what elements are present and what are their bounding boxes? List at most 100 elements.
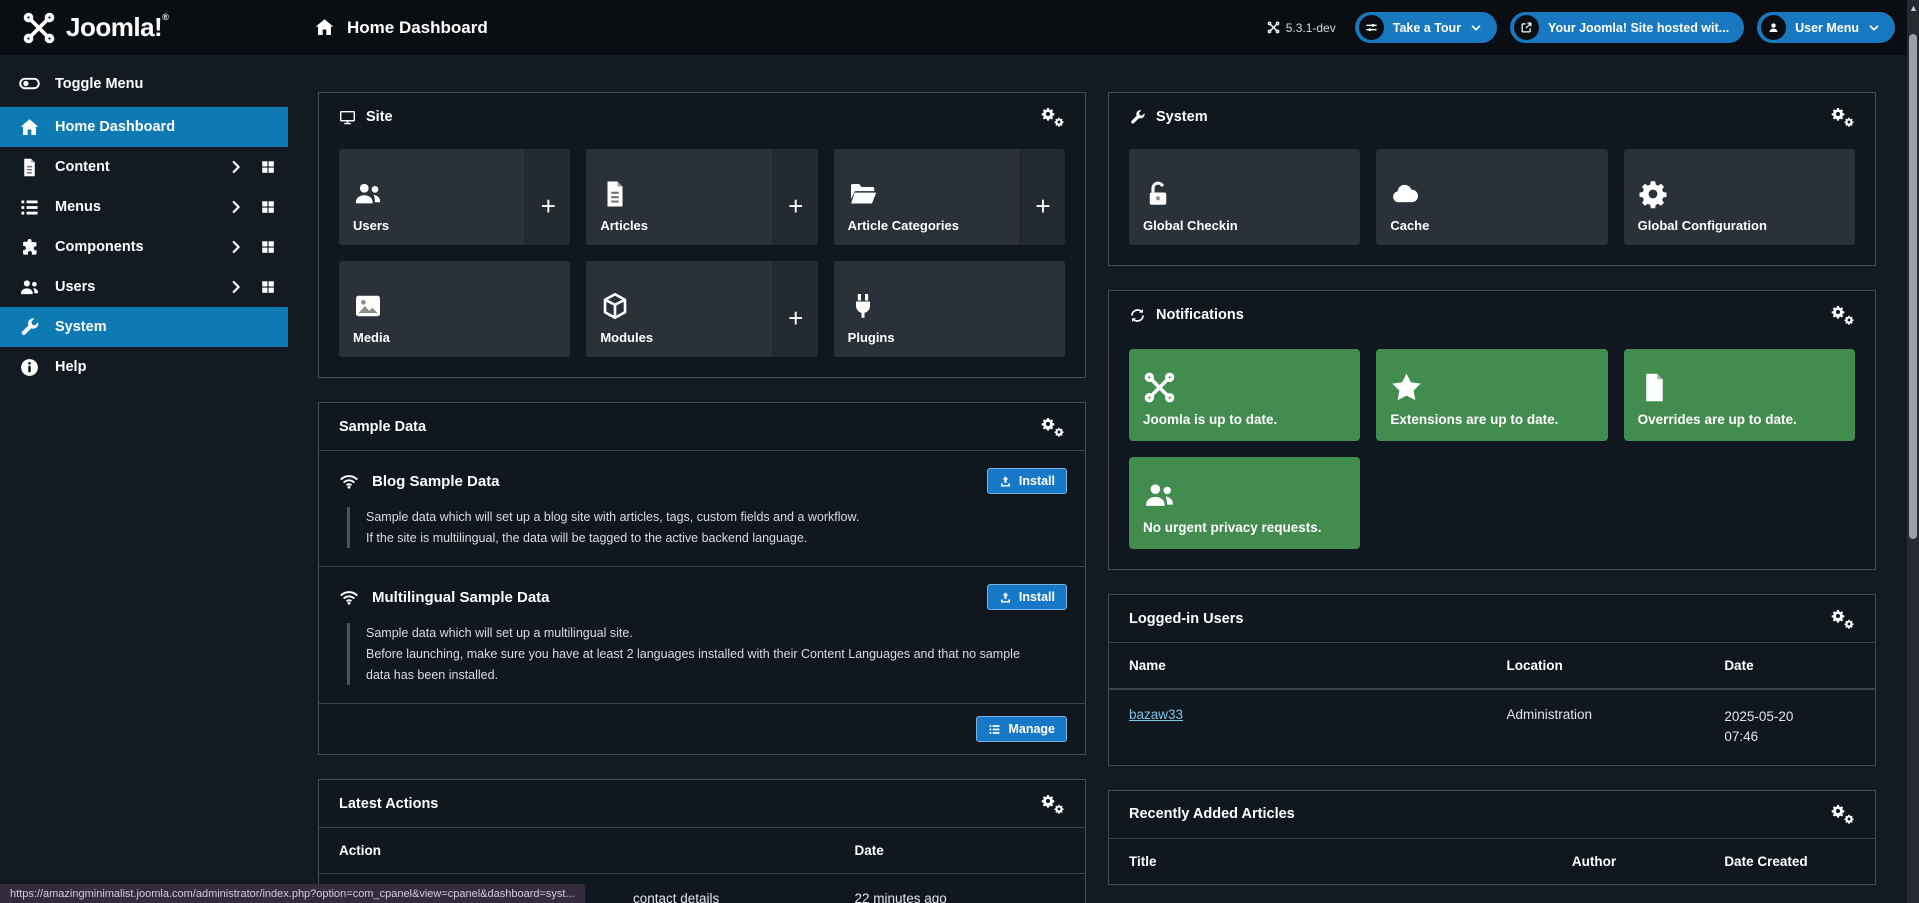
chevron-right-icon[interactable] — [228, 279, 244, 295]
add-user-button[interactable]: + — [525, 149, 570, 245]
joomla-version: 5.3.1-dev — [1267, 21, 1336, 35]
site-panel-header: Site — [319, 93, 1085, 141]
privacy-requests-card[interactable]: No urgent privacy requests. — [1129, 457, 1360, 549]
chevron-right-icon[interactable] — [228, 159, 244, 175]
user-menu-button[interactable]: User Menu — [1757, 12, 1895, 43]
panel-options-cogs-icon[interactable] — [1041, 794, 1065, 814]
file-icon — [1638, 371, 1671, 404]
cube-icon — [600, 291, 630, 321]
install-multilingual-sample-button[interactable]: Install — [987, 584, 1067, 610]
sidebar-item-toggle-menu[interactable]: Toggle Menu — [0, 61, 288, 107]
latest-actions-table-head: Action Date — [319, 828, 1085, 874]
plugins-card[interactable]: Plugins — [834, 261, 1065, 357]
hosted-bubble — [1514, 15, 1539, 40]
grid-icon[interactable] — [260, 199, 276, 215]
chevron-right-icon[interactable] — [228, 199, 244, 215]
article-categories-card[interactable]: Article Categories + — [834, 149, 1065, 245]
puzzle-icon — [19, 237, 40, 258]
scrollbar-thumb[interactable] — [1909, 34, 1917, 539]
cloud-icon — [1390, 179, 1420, 209]
sidebar-item-system[interactable]: System — [0, 307, 288, 347]
notifications-panel: Notifications Joomla is up to date. Exte… — [1108, 290, 1876, 570]
logged-in-users-panel: Logged-in Users Name Location Date bazaw… — [1108, 594, 1876, 766]
users-card[interactable]: Users + — [339, 149, 570, 245]
chevron-right-icon[interactable] — [228, 239, 244, 255]
manage-sample-data-button[interactable]: Manage — [976, 716, 1067, 742]
users-icon — [1143, 479, 1176, 512]
system-cards: Global Checkin Cache Global Configuratio… — [1109, 141, 1875, 265]
sidebar-item-menus[interactable]: Menus — [0, 187, 288, 227]
cache-card[interactable]: Cache — [1376, 149, 1607, 245]
multilingual-sample-data-section: Multilingual Sample Data Install Sample … — [319, 567, 1085, 704]
registered-mark: ® — [162, 12, 168, 22]
refresh-icon — [1129, 307, 1146, 324]
blog-sample-data-section: Blog Sample Data Install Sample data whi… — [319, 451, 1085, 567]
global-checkin-card[interactable]: Global Checkin — [1129, 149, 1360, 245]
site-panel: Site Users + Articles + Article Categori… — [318, 92, 1086, 378]
joomla-up-to-date-card[interactable]: Joomla is up to date. — [1129, 349, 1360, 441]
user-name-link[interactable]: bazaw33 — [1129, 707, 1183, 722]
sample-data-panel: Sample Data Blog Sample Data Install Sam… — [318, 402, 1086, 755]
sidebar-item-help[interactable]: Help — [0, 347, 288, 387]
panel-options-cogs-icon[interactable] — [1831, 609, 1855, 629]
multilingual-sample-description: Sample data which will set up a multilin… — [347, 623, 1047, 685]
sidebar-item-content[interactable]: Content — [0, 147, 288, 187]
right-column: System Global Checkin Cache Global Confi… — [1108, 92, 1876, 903]
grid-icon[interactable] — [260, 279, 276, 295]
user-location-cell: Administration — [1507, 707, 1725, 722]
sidebar-item-home-dashboard[interactable]: Home Dashboard — [0, 107, 288, 147]
sample-data-footer: Manage — [319, 704, 1085, 754]
articles-card[interactable]: Articles + — [586, 149, 817, 245]
star-icon — [1390, 371, 1423, 404]
overrides-up-to-date-card[interactable]: Overrides are up to date. — [1624, 349, 1855, 441]
add-article-button[interactable]: + — [773, 149, 818, 245]
action-date-cell: 22 minutes ago — [854, 891, 1065, 903]
grid-icon[interactable] — [260, 239, 276, 255]
user-bubble — [1761, 15, 1786, 40]
joomla-version-icon — [1267, 21, 1280, 34]
global-configuration-card[interactable]: Global Configuration — [1624, 149, 1855, 245]
upload-icon — [999, 591, 1012, 604]
modules-card[interactable]: Modules + — [586, 261, 817, 357]
sidebar-item-components[interactable]: Components — [0, 227, 288, 267]
notification-cards: Joomla is up to date. Extensions are up … — [1109, 339, 1875, 569]
tour-bubble — [1359, 15, 1384, 40]
status-url-tooltip: https://amazingminimalist.joomla.com/adm… — [0, 884, 585, 903]
blog-sample-head: Blog Sample Data Install — [339, 468, 1067, 494]
install-blog-sample-button[interactable]: Install — [987, 468, 1067, 494]
site-cards: Users + Articles + Article Categories + … — [319, 141, 1085, 377]
grid-icon[interactable] — [260, 159, 276, 175]
wifi-icon — [339, 587, 359, 607]
panel-options-cogs-icon[interactable] — [1831, 107, 1855, 127]
chevron-down-icon — [1868, 22, 1880, 34]
window-scrollbar[interactable]: ▲ — [1907, 0, 1919, 903]
recent-articles-table-head: Title Author Date Created — [1109, 839, 1875, 884]
joomla-logo-icon — [22, 11, 56, 45]
panel-options-cogs-icon[interactable] — [1831, 305, 1855, 325]
take-a-tour-button[interactable]: Take a Tour — [1355, 12, 1497, 43]
media-card[interactable]: Media — [339, 261, 570, 357]
panel-options-cogs-icon[interactable] — [1041, 417, 1065, 437]
logged-in-users-table-head: Name Location Date — [1109, 643, 1875, 689]
add-module-button[interactable]: + — [773, 261, 818, 357]
hosted-site-button[interactable]: Your Joomla! Site hosted wit... — [1510, 12, 1744, 43]
wrench-icon — [1129, 109, 1146, 126]
header-actions: 5.3.1-dev Take a Tour Your Joomla! Site … — [1267, 12, 1919, 43]
extensions-up-to-date-card[interactable]: Extensions are up to date. — [1376, 349, 1607, 441]
panel-options-cogs-icon[interactable] — [1831, 804, 1855, 824]
top-bar: Joomla!® Home Dashboard 5.3.1-dev Take a… — [0, 0, 1919, 55]
info-icon — [19, 357, 40, 378]
unlock-icon — [1143, 179, 1173, 209]
home-icon — [314, 17, 335, 38]
sidebar: Toggle Menu Home Dashboard Content Menus… — [0, 55, 288, 903]
sidebar-item-users[interactable]: Users — [0, 267, 288, 307]
multilingual-sample-head: Multilingual Sample Data Install — [339, 584, 1067, 610]
scroll-up-arrow[interactable]: ▲ — [1909, 2, 1917, 14]
monitor-icon — [339, 109, 356, 126]
system-panel: System Global Checkin Cache Global Confi… — [1108, 92, 1876, 266]
panel-options-cogs-icon[interactable] — [1041, 107, 1065, 127]
user-date-cell: 2025-05-20 07:46 — [1724, 707, 1820, 748]
add-category-button[interactable]: + — [1020, 149, 1065, 245]
logged-in-users-header: Logged-in Users — [1109, 595, 1875, 643]
latest-actions-header: Latest Actions — [319, 780, 1085, 828]
